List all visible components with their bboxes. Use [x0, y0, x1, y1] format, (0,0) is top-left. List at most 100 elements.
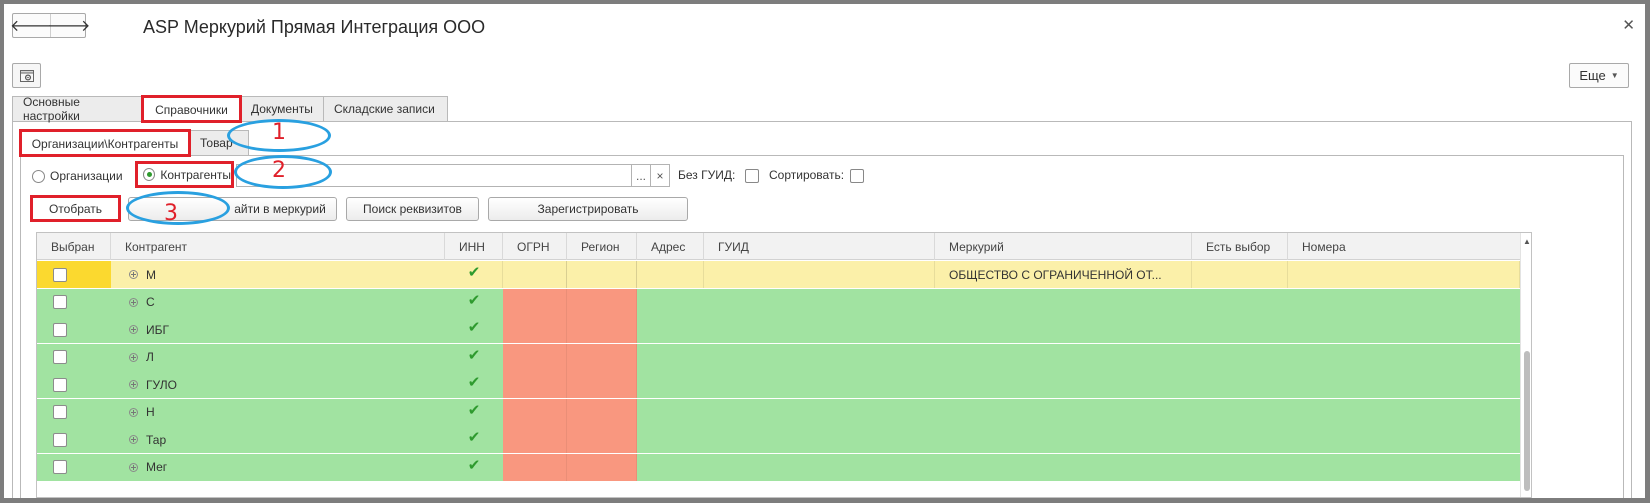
- plus-circle-icon[interactable]: [129, 462, 138, 472]
- settings-icon: [19, 69, 34, 82]
- radio-org[interactable]: [32, 169, 45, 183]
- annotation-number-3: 3: [164, 201, 178, 226]
- table-row[interactable]: С ✔: [37, 288, 1520, 316]
- plus-circle-icon[interactable]: [129, 270, 138, 279]
- no-guid-label: Без ГУИД:: [678, 168, 736, 182]
- settings-button[interactable]: [12, 63, 41, 88]
- table-row[interactable]: М ✔ ОБЩЕСТВО С ОГРАНИЧЕННОЙ ОТ...: [37, 261, 1520, 288]
- col-has-choice[interactable]: Есть выбор: [1192, 233, 1288, 260]
- col-region[interactable]: Регион: [567, 233, 637, 260]
- register-button[interactable]: Зарегистрировать: [488, 197, 688, 221]
- ogrn-cell: [503, 316, 567, 343]
- main-window: 🡐 🡒 ASP Меркурий Прямая Интеграция ООО ✕…: [4, 4, 1645, 498]
- ogrn-cell: [503, 288, 567, 316]
- region-cell: [567, 261, 637, 288]
- contractor-name: М: [146, 267, 156, 282]
- plus-circle-icon[interactable]: [129, 352, 138, 362]
- row-checkbox[interactable]: [53, 267, 67, 282]
- plus-circle-icon[interactable]: [129, 325, 138, 334]
- row-checkbox[interactable]: [53, 350, 67, 364]
- back-button[interactable]: 🡐: [10, 14, 53, 37]
- contractor-cell[interactable]: ИБГ: [111, 316, 445, 343]
- plus-circle-icon[interactable]: [129, 380, 138, 389]
- tab-references[interactable]: Справочники: [141, 95, 242, 123]
- col-mercury[interactable]: Меркурий: [935, 233, 1192, 260]
- plus-circle-icon[interactable]: [129, 407, 138, 417]
- search-requisites-button[interactable]: Поиск реквизитов: [346, 197, 479, 221]
- radio-contractors[interactable]: [143, 168, 156, 181]
- mercury-cell: [935, 371, 1192, 398]
- forward-button[interactable]: 🡒: [48, 14, 90, 37]
- row-checkbox[interactable]: [53, 377, 67, 392]
- ogrn-cell: [503, 398, 567, 426]
- col-numbers[interactable]: Номера: [1288, 233, 1520, 260]
- subtab-orgs-contractors[interactable]: Организации\Контрагенты: [19, 129, 191, 157]
- checkmark-icon: ✔: [467, 319, 481, 336]
- select-filter-button[interactable]: Отобрать: [30, 195, 121, 222]
- col-selected[interactable]: Выбран: [37, 233, 111, 260]
- tab-documents[interactable]: Документы: [240, 96, 324, 121]
- contractor-cell[interactable]: С: [111, 289, 445, 316]
- contractor-cell[interactable]: М: [111, 261, 445, 288]
- row-checkbox[interactable]: [53, 460, 67, 474]
- selected-cell: [37, 344, 111, 371]
- col-ogrn[interactable]: ОГРН: [503, 233, 567, 260]
- ogrn-cell: [503, 453, 567, 481]
- contractor-cell[interactable]: Л: [111, 344, 445, 371]
- cell-divider: [502, 261, 503, 288]
- region-cell: [567, 316, 637, 343]
- ogrn-cell: [503, 343, 567, 371]
- radio-contractors-label: Контрагенты: [160, 167, 231, 182]
- tab-warehouse[interactable]: Складские записи: [323, 96, 448, 121]
- contractor-cell[interactable]: Н: [111, 399, 445, 426]
- row-checkbox[interactable]: [53, 405, 67, 419]
- tab-main-settings[interactable]: Основные настройки: [12, 95, 143, 123]
- selected-cell: [37, 399, 111, 426]
- radio-org-label: Организации: [50, 169, 123, 183]
- nav-buttons: 🡐 🡒: [10, 13, 90, 38]
- arrow-left-icon: 🡐: [10, 18, 53, 35]
- select-button[interactable]: ...: [631, 164, 651, 187]
- row-checkbox[interactable]: [53, 295, 67, 309]
- table-row[interactable]: Н ✔: [37, 398, 1520, 426]
- cell-divider: [703, 261, 704, 288]
- cell-divider: [566, 261, 567, 288]
- cell-divider: [636, 261, 637, 288]
- plus-circle-icon[interactable]: [129, 297, 138, 307]
- checkmark-icon: ✔: [467, 456, 481, 474]
- table-row[interactable]: ГУЛО ✔: [37, 371, 1520, 398]
- col-guid[interactable]: ГУИД: [704, 233, 935, 260]
- col-inn[interactable]: ИНН: [445, 233, 503, 260]
- table-row[interactable]: Мег ✔: [37, 453, 1520, 481]
- selected-cell: [37, 261, 111, 288]
- table-row[interactable]: Тар ✔: [37, 426, 1520, 453]
- region-cell: [567, 398, 637, 426]
- contractor-cell[interactable]: ГУЛО: [111, 371, 445, 398]
- radio-contractors-option[interactable]: Контрагенты: [135, 161, 234, 188]
- col-address[interactable]: Адрес: [637, 233, 704, 260]
- contractor-cell[interactable]: Мег: [111, 454, 445, 481]
- contractor-cell[interactable]: Тар: [111, 426, 445, 453]
- col-contractor[interactable]: Контрагент: [111, 233, 445, 260]
- contractor-name: Тар: [146, 432, 167, 447]
- contractor-name: ИБГ: [146, 322, 169, 337]
- mercury-cell: [935, 426, 1192, 453]
- row-checkbox[interactable]: [53, 322, 67, 337]
- sort-checkbox[interactable]: [850, 169, 864, 183]
- table-row[interactable]: Л ✔: [37, 343, 1520, 371]
- vertical-scrollbar[interactable]: ▲: [1520, 233, 1531, 497]
- more-button[interactable]: Еще ▼: [1569, 63, 1629, 88]
- cell-divider: [1191, 261, 1192, 288]
- row-checkbox[interactable]: [53, 432, 67, 447]
- mercury-cell: [935, 454, 1192, 481]
- clear-button[interactable]: ×: [650, 164, 670, 187]
- radio-org-option[interactable]: Организации: [32, 164, 123, 188]
- scroll-thumb[interactable]: [1524, 351, 1530, 491]
- scroll-up-icon[interactable]: ▲: [1523, 237, 1531, 246]
- close-icon[interactable]: ✕: [1622, 16, 1635, 34]
- contractor-name: С: [146, 295, 155, 309]
- ogrn-cell: [503, 426, 567, 453]
- table-row[interactable]: ИБГ ✔: [37, 316, 1520, 343]
- plus-circle-icon[interactable]: [129, 435, 138, 444]
- no-guid-checkbox[interactable]: [745, 169, 759, 183]
